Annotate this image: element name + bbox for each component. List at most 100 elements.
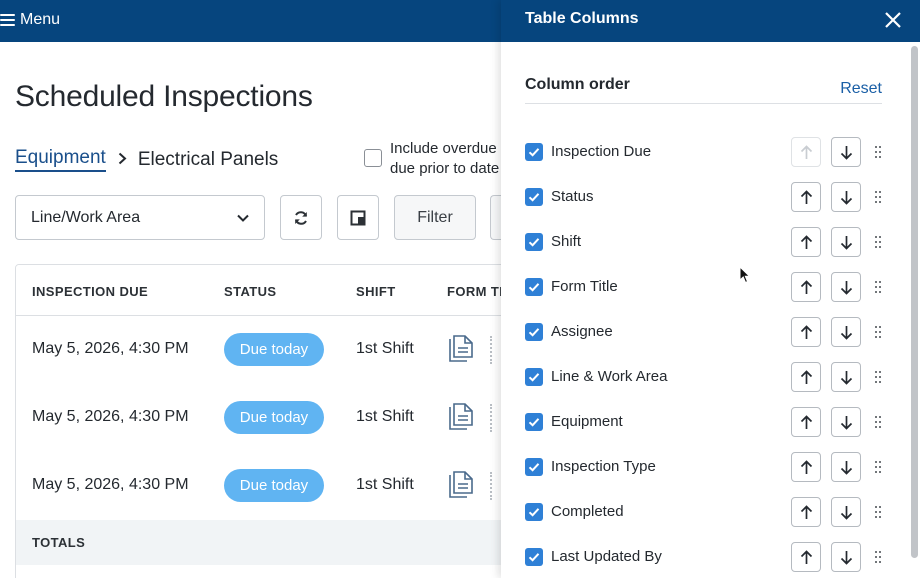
column-row[interactable]: Status [525,180,885,214]
move-down-button[interactable] [831,317,861,347]
column-visible-checkbox[interactable] [525,143,543,161]
arrow-down-icon [840,191,853,205]
close-icon[interactable] [884,11,902,29]
filter-button[interactable]: Filter [394,195,476,240]
page-title: Scheduled Inspections [15,80,313,113]
column-row[interactable]: Assignee [525,315,885,349]
table-row[interactable]: May 5, 2026, 4:30 PM Due today 1st Shift [16,316,514,384]
move-down-button[interactable] [831,452,861,482]
column-order-header: Column order Reset [525,76,882,104]
column-label: Shift [551,233,582,250]
move-up-button[interactable] [791,497,821,527]
column-visible-checkbox[interactable] [525,233,543,251]
chevron-right-icon [118,149,127,170]
column-visible-checkbox[interactable] [525,323,543,341]
move-up-button[interactable] [791,452,821,482]
column-visible-checkbox[interactable] [525,368,543,386]
column-visible-checkbox[interactable] [525,413,543,431]
reset-button[interactable]: Reset [840,80,882,98]
arrow-up-icon [800,280,813,294]
column-visible-checkbox[interactable] [525,458,543,476]
checkmark-icon [528,283,540,292]
column-row[interactable]: Equipment [525,405,885,439]
hamburger-icon [0,14,15,26]
move-up-button[interactable] [791,182,821,212]
move-up-button[interactable] [791,407,821,437]
drag-handle-icon[interactable] [875,146,881,158]
column-row[interactable]: Completed [525,495,885,529]
drag-handle-icon[interactable] [875,551,881,563]
table-totals-row: TOTALS [16,520,514,565]
checkmark-icon [528,148,540,157]
panel-scrollbar[interactable] [911,46,918,558]
move-down-button[interactable] [831,407,861,437]
header-shift[interactable]: SHIFT [356,284,396,299]
move-down-button[interactable] [831,272,861,302]
move-up-button[interactable] [791,227,821,257]
column-row[interactable]: Line & Work Area [525,360,885,394]
form-document-icon[interactable] [447,334,475,364]
move-down-button[interactable] [831,137,861,167]
table-row[interactable]: May 5, 2026, 4:30 PM Due today 1st Shift [16,384,514,452]
drag-handle-icon[interactable] [875,191,881,203]
column-row[interactable]: Inspection Type [525,450,885,484]
move-down-button[interactable] [831,497,861,527]
drag-handle-icon[interactable] [875,326,881,338]
move-up-button[interactable] [791,272,821,302]
arrow-down-icon [840,371,853,385]
menu-button[interactable]: Menu [0,9,60,31]
include-overdue-checkbox[interactable] [364,149,382,167]
table-row[interactable]: May 5, 2026, 4:30 PM Due today 1st Shift [16,452,514,520]
move-up-button[interactable] [791,137,821,167]
column-label: Inspection Type [551,458,656,475]
arrow-up-icon [800,325,813,339]
panel-layout-icon [350,210,366,225]
layout-button[interactable] [337,195,379,240]
arrow-up-icon [800,145,813,159]
breadcrumb-link-equipment[interactable]: Equipment [15,147,106,172]
move-up-button[interactable] [791,362,821,392]
move-up-button[interactable] [791,317,821,347]
line-work-area-select[interactable]: Line/Work Area [15,195,265,240]
chevron-down-icon [237,214,249,222]
arrow-up-icon [800,505,813,519]
arrow-up-icon [800,370,813,384]
arrow-up-icon [800,460,813,474]
move-down-button[interactable] [831,542,861,572]
drag-handle-icon[interactable] [875,371,881,383]
drag-handle-icon[interactable] [875,506,881,518]
move-down-button[interactable] [831,227,861,257]
header-status[interactable]: STATUS [224,284,276,299]
column-visible-checkbox[interactable] [525,503,543,521]
drag-handle-icon[interactable] [875,461,881,473]
inspection-due-cell: May 5, 2026, 4:30 PM [32,408,189,425]
column-visible-checkbox[interactable] [525,278,543,296]
move-down-button[interactable] [831,362,861,392]
row-drag-handle[interactable] [490,472,494,500]
column-row[interactable]: Inspection Due [525,135,885,169]
row-drag-handle[interactable] [490,336,494,364]
form-document-icon[interactable] [447,402,475,432]
move-down-button[interactable] [831,182,861,212]
mouse-cursor-icon [739,266,751,284]
drag-handle-icon[interactable] [875,416,881,428]
column-row[interactable]: Last Updated By [525,540,885,574]
checkmark-icon [528,328,540,337]
drag-handle-icon[interactable] [875,281,881,293]
refresh-button[interactable] [280,195,322,240]
column-visible-checkbox[interactable] [525,548,543,566]
inspection-due-cell: May 5, 2026, 4:30 PM [32,340,189,357]
column-row[interactable]: Form Title [525,270,885,304]
drag-handle-icon[interactable] [875,236,881,248]
header-inspection-due[interactable]: INSPECTION DUE [32,284,148,299]
checkmark-icon [528,418,540,427]
inspections-table: INSPECTION DUE STATUS SHIFT FORM TIT May… [15,264,515,578]
arrow-down-icon [840,551,853,565]
move-up-button[interactable] [791,542,821,572]
row-drag-handle[interactable] [490,404,494,432]
form-document-icon[interactable] [447,470,475,500]
column-row[interactable]: Shift [525,225,885,259]
arrow-down-icon [840,326,853,340]
column-visible-checkbox[interactable] [525,188,543,206]
checkmark-icon [528,463,540,472]
